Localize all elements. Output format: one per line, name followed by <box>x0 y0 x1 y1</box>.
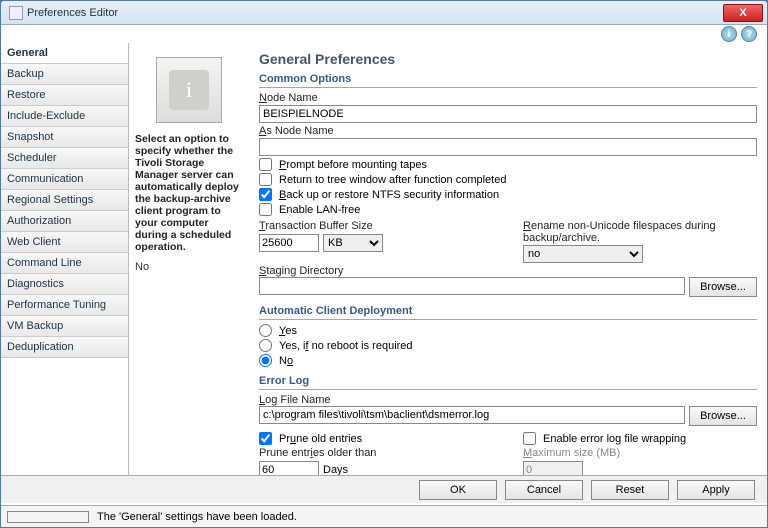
sidebar-item-include-exclude[interactable]: Include-Exclude <box>1 106 128 127</box>
chk-return[interactable] <box>259 173 272 186</box>
chk-lanfree[interactable] <box>259 203 272 216</box>
reset-button[interactable]: Reset <box>591 480 669 500</box>
info-glyph: i <box>169 70 209 110</box>
sidebar-item-perftuning[interactable]: Performance Tuning <box>1 295 128 316</box>
progress-bar <box>7 511 89 523</box>
acd-heading: Automatic Client Deployment <box>259 303 757 320</box>
opt-return-row: Return to tree window after function com… <box>259 173 757 186</box>
sidebar-item-commandline[interactable]: Command Line <box>1 253 128 274</box>
prune-label: Prune old entries <box>279 433 362 445</box>
staging-label: Staging Directory <box>259 265 757 277</box>
info-panel: i Select an option to specify whether th… <box>129 43 249 503</box>
tbs-unit[interactable]: KB <box>323 234 383 252</box>
as-node-label: As Node Name <box>259 125 757 137</box>
window-title: Preferences Editor <box>5 6 118 20</box>
page-title: General Preferences <box>259 51 757 67</box>
info-icon[interactable]: i <box>721 26 737 42</box>
info-description: Select an option to specify whether the … <box>135 133 243 253</box>
logfile-input[interactable] <box>259 406 685 424</box>
acd-yes-noreboot[interactable] <box>259 339 272 352</box>
rename-label: Rename non-Unicode filespaces during bac… <box>523 220 757 244</box>
sidebar-item-snapshot[interactable]: Snapshot <box>1 127 128 148</box>
opt-prompt-row: Prompt before mounting tapes <box>259 158 757 171</box>
opt-return-label: Return to tree window after function com… <box>279 174 506 186</box>
maxsize-label: Maximum size (MB) <box>523 447 757 459</box>
chk-ntfs[interactable] <box>259 188 272 201</box>
sidebar-item-communication[interactable]: Communication <box>1 169 128 190</box>
info-large-icon: i <box>156 57 222 123</box>
chk-prune[interactable] <box>259 432 272 445</box>
opt-ntfs-label: Back up or restore NTFS security informa… <box>279 189 499 201</box>
help-icon[interactable]: ? <box>741 26 757 42</box>
wrap-label: Enable error log file wrapping <box>543 433 686 445</box>
apply-button[interactable]: Apply <box>677 480 755 500</box>
main-panel: General Preferences Common Options Node … <box>249 43 767 503</box>
acd-yes-noreboot-label: Yes, if no reboot is required <box>279 340 413 352</box>
sidebar-item-regional[interactable]: Regional Settings <box>1 190 128 211</box>
info-current: No <box>135 261 243 273</box>
tbs-label: Transaction Buffer Size <box>259 220 493 232</box>
acd-no[interactable] <box>259 354 272 367</box>
as-node-input[interactable] <box>259 138 757 156</box>
sidebar-item-scheduler[interactable]: Scheduler <box>1 148 128 169</box>
ok-button[interactable]: OK <box>419 480 497 500</box>
section-common: Common Options Node Name As Node Name Pr… <box>259 71 757 297</box>
acd-no-label: No <box>279 355 293 367</box>
logfile-label: Log File Name <box>259 394 757 406</box>
sidebar-item-vmbackup[interactable]: VM Backup <box>1 316 128 337</box>
window-title-text: Preferences Editor <box>27 7 118 19</box>
sidebar-item-general[interactable]: General <box>1 43 128 64</box>
button-bar: OK Cancel Reset Apply <box>1 475 767 503</box>
section-acd: Automatic Client Deployment Yes Yes, if … <box>259 303 757 367</box>
sidebar: General Backup Restore Include-Exclude S… <box>1 43 129 503</box>
errorlog-heading: Error Log <box>259 373 757 390</box>
sidebar-item-authorization[interactable]: Authorization <box>1 211 128 232</box>
status-text: The 'General' settings have been loaded. <box>97 511 297 523</box>
rename-select[interactable]: no <box>523 245 643 263</box>
opt-lanfree-row: Enable LAN-free <box>259 203 757 216</box>
status-bar: The 'General' settings have been loaded. <box>1 505 767 527</box>
close-icon: X <box>739 7 746 19</box>
staging-input[interactable] <box>259 277 685 295</box>
tbs-value[interactable] <box>259 234 319 252</box>
tbs-rename-row: Transaction Buffer Size KB Rename non-Un… <box>259 218 757 263</box>
node-name-input[interactable] <box>259 105 757 123</box>
acd-yes[interactable] <box>259 324 272 337</box>
sidebar-item-diagnostics[interactable]: Diagnostics <box>1 274 128 295</box>
common-heading: Common Options <box>259 71 757 88</box>
staging-browse-button[interactable]: Browse... <box>689 277 757 297</box>
preferences-window: Preferences Editor X i ? General Backup … <box>0 0 768 528</box>
acd-yes-label: Yes <box>279 325 297 337</box>
help-row: i ? <box>1 25 767 43</box>
sidebar-item-dedup[interactable]: Deduplication <box>1 337 128 358</box>
sidebar-item-backup[interactable]: Backup <box>1 64 128 85</box>
sidebar-item-webclient[interactable]: Web Client <box>1 232 128 253</box>
opt-lanfree-label: Enable LAN-free <box>279 204 360 216</box>
cancel-button[interactable]: Cancel <box>505 480 583 500</box>
body: General Backup Restore Include-Exclude S… <box>1 43 767 503</box>
opt-prompt-label: Prompt before mounting tapes <box>279 159 427 171</box>
chk-wrap[interactable] <box>523 432 536 445</box>
opt-ntfs-row: Back up or restore NTFS security informa… <box>259 188 757 201</box>
node-name-label: Node Name <box>259 92 757 104</box>
older-label: Prune entries older than <box>259 447 493 459</box>
chk-prompt[interactable] <box>259 158 272 171</box>
titlebar: Preferences Editor X <box>1 1 767 25</box>
logfile-browse-button[interactable]: Browse... <box>689 406 757 426</box>
sidebar-item-restore[interactable]: Restore <box>1 85 128 106</box>
close-button[interactable]: X <box>723 4 763 22</box>
app-icon <box>9 6 23 20</box>
